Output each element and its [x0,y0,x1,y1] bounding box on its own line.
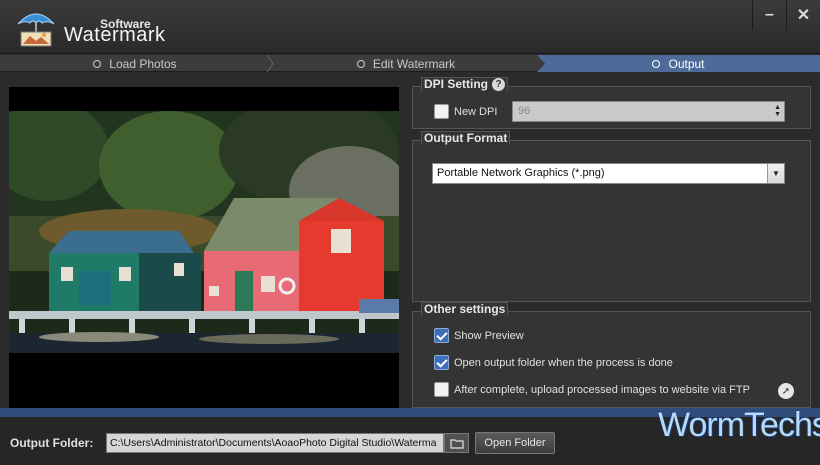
preview-image [9,111,399,353]
ftp-upload-label: After complete, upload processed images … [454,384,750,396]
open-folder-button[interactable]: Open Folder [475,432,555,454]
title-bar: Software Watermark – ✕ [0,0,820,54]
umbrella-logo-icon [17,13,55,47]
output-format-panel: Output Format Portable Network Graphics … [412,131,811,302]
step-dot-icon [652,59,661,68]
step-output[interactable]: Output [537,55,820,72]
step-label: Edit Watermark [372,56,456,71]
app-title: Watermark [64,24,166,46]
output-folder-label: Output Folder: [10,436,94,450]
new-dpi-label: New DPI [454,106,498,118]
close-button[interactable]: ✕ [786,0,820,30]
ftp-settings-icon[interactable]: ➚ [778,383,794,399]
ftp-upload-checkbox[interactable] [434,382,449,397]
dpi-setting-title: DPI Setting ? [421,77,509,91]
dpi-spinbox[interactable]: 96 ▲ ▼ [512,101,785,122]
other-settings-title: Other settings [421,302,509,316]
dpi-setting-panel: DPI Setting ? New DPI 96 ▲ ▼ [412,77,811,129]
wizard-steps: Load Photos Edit Watermark Output [0,55,820,72]
new-dpi-checkbox[interactable] [434,104,449,119]
step-label: Load Photos [109,56,177,71]
step-label: Output [668,56,705,71]
step-separator-icon [266,55,274,72]
other-settings-panel: Other settings Show Preview Open output … [412,302,811,408]
open-folder-checkbox[interactable] [434,355,449,370]
spin-arrows-icon[interactable]: ▲ ▼ [774,104,781,118]
browse-folder-icon[interactable] [444,433,469,453]
photo-preview [9,87,399,408]
help-icon[interactable]: ? [492,78,506,91]
minimize-button[interactable]: – [752,0,786,30]
chevron-down-icon[interactable]: ▼ [767,164,784,183]
step-edit-watermark[interactable]: Edit Watermark [275,55,537,72]
step-load-photos[interactable]: Load Photos [0,55,270,72]
show-preview-label: Show Preview [454,330,524,342]
step-dot-icon [93,59,102,68]
open-folder-label: Open output folder when the process is d… [454,357,673,369]
watermark-logo-text: WormTechs [658,406,820,444]
show-preview-checkbox[interactable] [434,328,449,343]
output-format-select[interactable]: Portable Network Graphics (*.png) ▼ [432,163,785,184]
output-format-title: Output Format [421,131,511,145]
step-dot-icon [356,59,365,68]
output-folder-input[interactable]: C:\Users\Administrator\Documents\AoaoPho… [106,433,444,453]
